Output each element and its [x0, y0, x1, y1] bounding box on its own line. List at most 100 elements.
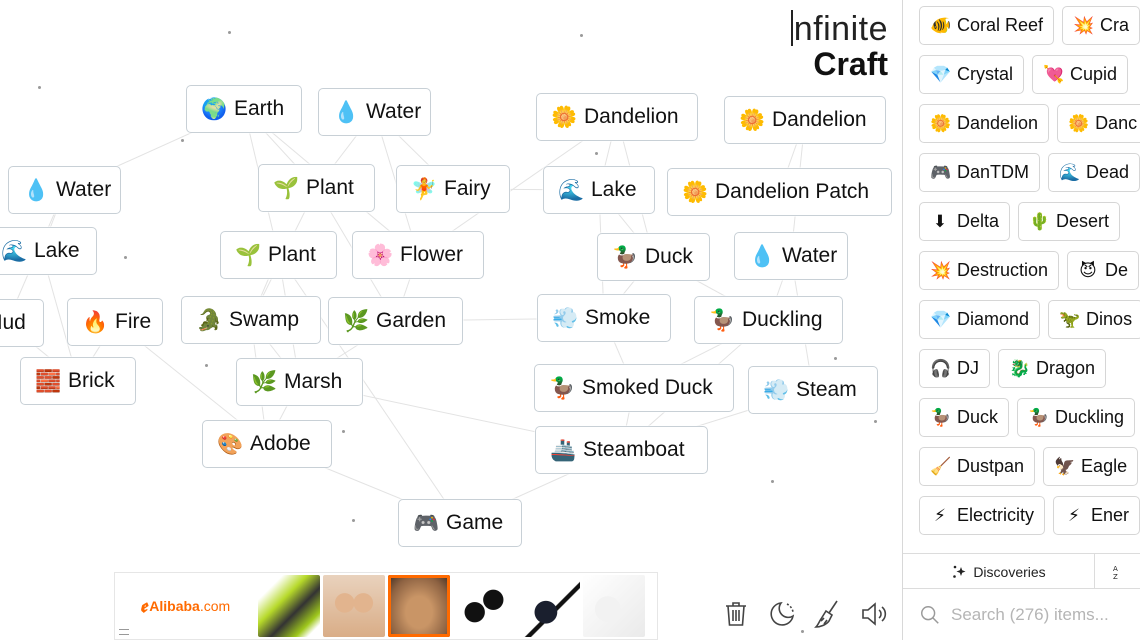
canvas-element-dandelion2[interactable]: 🌼 Dandelion	[724, 96, 886, 144]
canvas-element-earth[interactable]: 🌍 Earth	[186, 85, 302, 133]
items-list[interactable]: 🐠 Coral Reef 💥 Cra 💎 Crystal 💘 Cupid 🌼 Dandelion 🌼…	[919, 6, 1140, 542]
sidebar-item[interactable]: 💘 Cupid	[1032, 55, 1129, 94]
canvas-element-label: Dandelion Patch	[715, 180, 870, 203]
canvas-element-fire[interactable]: 🔥 Fire	[67, 298, 163, 346]
canvas-element-swamp[interactable]: 🐊 Swamp	[181, 296, 321, 344]
sidebar-item[interactable]: 💎 Diamond	[919, 300, 1041, 339]
canvas-element-brick[interactable]: 🧱 Brick	[20, 357, 136, 405]
canvas-element-dandelion1[interactable]: 🌼 Dandelion	[536, 93, 698, 141]
canvas-element-mud[interactable]: Mud	[0, 299, 44, 347]
sidebar-item[interactable]: 😈 De	[1067, 251, 1140, 290]
canvas-element-steam[interactable]: 💨 Steam	[748, 366, 878, 414]
logo-line2: Craft	[813, 46, 888, 82]
canvas-element-dandelion-patch[interactable]: 🌼 Dandelion Patch	[667, 168, 892, 216]
sidebar-item[interactable]: 🐉 Dragon	[998, 349, 1107, 388]
sidebar-item-label: De	[1105, 260, 1129, 280]
sidebar-item[interactable]: 🌊 Dead	[1048, 153, 1140, 192]
canvas-element-game[interactable]: 🎮 Game	[398, 499, 522, 547]
canvas-element-label: Brick	[68, 369, 115, 392]
canvas-element-label: Flower	[400, 243, 464, 266]
canvas-element-label: Dandelion	[772, 108, 867, 131]
item-emoji-icon: ⚡	[1068, 505, 1080, 526]
sidebar-item[interactable]: 🎧 DJ	[919, 349, 990, 388]
ad-banner[interactable]: ꬲ Alibaba .com	[114, 572, 658, 640]
canvas-element-duckling[interactable]: 🦆 Duckling	[694, 296, 843, 344]
canvas-element-label: Water	[782, 244, 838, 267]
canvas-element-smoked-duck[interactable]: 🦆 Smoked Duck	[534, 364, 734, 412]
canvas-element-adobe[interactable]: 🎨 Adobe	[202, 420, 332, 468]
sound-button[interactable]	[858, 598, 890, 630]
ad-product-hdmi-vga-adapter[interactable]	[518, 575, 580, 637]
canvas-element-label: Marsh	[284, 370, 343, 393]
item-emoji-icon: 🦖	[1059, 309, 1081, 330]
craft-canvas[interactable]: nfinite Craft 🌍 Earth 💧 Water 🌼 Dandelion 🌼 Dan…	[0, 0, 902, 640]
sidebar-item[interactable]: 🌵 Desert	[1018, 202, 1121, 241]
clear-canvas-button[interactable]	[720, 598, 752, 630]
ad-product-white-adapter[interactable]	[583, 575, 645, 637]
canvas-element-label: Dandelion	[584, 105, 679, 128]
sidebar-item[interactable]: 🐠 Coral Reef	[919, 6, 1055, 45]
particle-dot	[580, 34, 583, 37]
canvas-element-label: Adobe	[250, 432, 311, 455]
canvas-element-steamboat[interactable]: 🚢 Steamboat	[535, 426, 708, 474]
tab-discoveries-label: Discoveries	[973, 563, 1046, 580]
ad-menu-icon[interactable]	[119, 629, 129, 635]
canvas-element-water1[interactable]: 💧 Water	[318, 88, 431, 136]
canvas-element-label: Game	[446, 511, 504, 534]
tab-sort[interactable]: AZ	[1095, 554, 1140, 589]
sidebar-item-label: Delta	[957, 211, 1000, 231]
canvas-element-fairy[interactable]: 🧚 Fairy	[396, 165, 510, 213]
tab-discoveries[interactable]: Discoveries	[903, 554, 1095, 589]
sidebar-item[interactable]: ⬇ Delta	[919, 202, 1011, 241]
canvas-element-label: Duckling	[742, 308, 823, 331]
marsh-emoji-icon: 🌿	[251, 369, 278, 394]
sidebar-item[interactable]: 💥 Destruction	[919, 251, 1060, 290]
canvas-element-label: Lake	[34, 239, 80, 262]
sidebar-item[interactable]: 🦆 Duck	[919, 398, 1010, 437]
lake-emoji-icon: 🌊	[1, 238, 28, 263]
canvas-element-water2[interactable]: 💧 Water	[8, 166, 121, 214]
particle-dot	[771, 480, 774, 483]
item-emoji-icon: 🌼	[1068, 113, 1090, 134]
plant-emoji-icon: 🌱	[273, 175, 300, 200]
sidebar-item-label: Coral Reef	[957, 15, 1044, 35]
sidebar-item[interactable]: 🧹 Dustpan	[919, 447, 1036, 486]
canvas-element-plant2[interactable]: 🌱 Plant	[220, 231, 337, 279]
sidebar-item[interactable]: 🦆 Duckling	[1017, 398, 1136, 437]
sidebar-item[interactable]: ⚡ Electricity	[919, 496, 1046, 535]
sidebar-item[interactable]: 🎮 DanTDM	[919, 153, 1041, 192]
items-row: 🐠 Coral Reef 💥 Cra	[919, 6, 1140, 45]
canvas-element-plant1[interactable]: 🌱 Plant	[258, 164, 375, 212]
sidebar-item[interactable]: 🌼 Danc	[1057, 104, 1140, 143]
canvas-element-lake1[interactable]: 🌊 Lake	[543, 166, 655, 214]
sidebar-item[interactable]: ⚡ Ener	[1053, 496, 1140, 535]
ad-product-green-card-terminal[interactable]	[258, 575, 320, 637]
sidebar-item[interactable]: 🦖 Dinos	[1048, 300, 1140, 339]
clean-up-button[interactable]	[812, 598, 844, 630]
item-emoji-icon: 🐠	[930, 15, 952, 36]
sidebar-item[interactable]: 💎 Crystal	[919, 55, 1025, 94]
sidebar-item[interactable]: 🌼 Dandelion	[919, 104, 1050, 143]
dark-mode-button[interactable]	[766, 598, 798, 630]
item-emoji-icon: 🎧	[930, 358, 952, 379]
items-row: 🦆 Duck 🦆 Duckling	[919, 398, 1140, 437]
canvas-element-duck[interactable]: 🦆 Duck	[597, 233, 710, 281]
canvas-element-water3[interactable]: 💧 Water	[734, 232, 848, 280]
item-emoji-icon: ⬇	[932, 211, 948, 232]
canvas-element-smoke[interactable]: 💨 Smoke	[537, 294, 671, 342]
items-row: ⚡ Electricity ⚡ Ener	[919, 496, 1140, 535]
sidebar-item[interactable]: 💥 Cra	[1062, 6, 1140, 45]
canvas-element-label: Mud	[0, 311, 26, 334]
canvas-element-marsh[interactable]: 🌿 Marsh	[236, 358, 363, 406]
sidebar-item-label: Cra	[1100, 15, 1130, 35]
ad-product-hdmi-adapter[interactable]	[453, 575, 515, 637]
ad-product-mannequin-lower[interactable]	[388, 575, 450, 637]
alibaba-logo[interactable]: ꬲ Alibaba .com	[115, 573, 255, 639]
sidebar-item[interactable]: 🦅 Eagle	[1043, 447, 1139, 486]
canvas-element-lake2[interactable]: 🌊 Lake	[0, 227, 97, 275]
ad-product-mannequin-torso[interactable]	[323, 575, 385, 637]
sidebar-tabs: Discoveries AZ	[903, 554, 1140, 589]
canvas-element-garden[interactable]: 🌿 Garden	[328, 297, 463, 345]
search-input[interactable]	[951, 605, 1140, 625]
canvas-element-flower[interactable]: 🌸 Flower	[352, 231, 484, 279]
